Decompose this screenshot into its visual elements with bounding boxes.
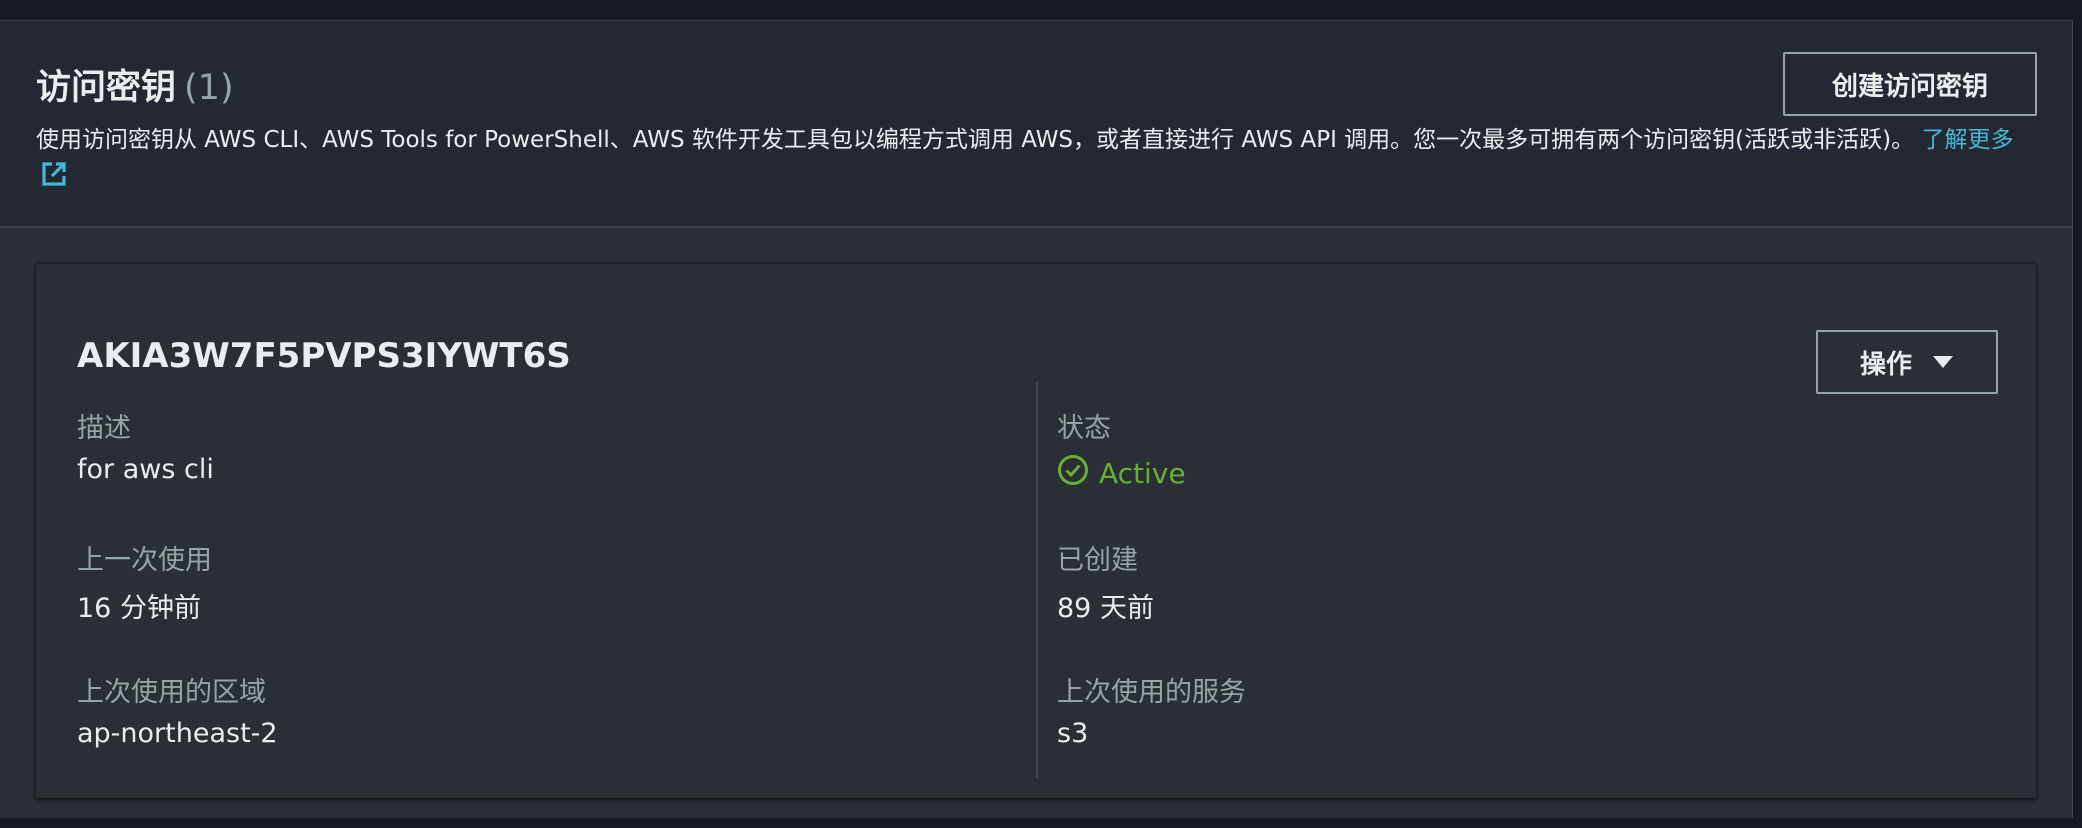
last-region-value: ap-northeast-2 xyxy=(77,718,278,749)
status-label: 状态 xyxy=(1057,413,1111,444)
status-indicator: Active xyxy=(1057,454,1186,493)
panel-header: 访问密钥 (1) 创建访问密钥 使用访问密钥从 AWS CLI、AWS Tools… xyxy=(0,21,2072,228)
created-label: 已创建 xyxy=(1057,545,1138,576)
learn-more-label: 了解更多 xyxy=(1921,127,2014,153)
page-frame: 访问密钥 (1) 创建访问密钥 使用访问密钥从 AWS CLI、AWS Tools… xyxy=(0,0,2082,828)
last-service-value: s3 xyxy=(1057,718,1089,749)
actions-label: 操作 xyxy=(1859,349,1912,380)
last-region-label: 上次使用的区域 xyxy=(77,677,266,708)
key-count: (1) xyxy=(184,68,234,108)
external-link-icon xyxy=(40,160,68,199)
access-key-card: AKIA3W7F5PVPS3IYWT6S 操作 描述 for aws cli 上… xyxy=(36,264,2036,798)
description-text: 使用访问密钥从 AWS CLI、AWS Tools for PowerShell… xyxy=(36,127,1915,153)
page-title: 访问密钥 (1) xyxy=(36,59,234,110)
section-description: 使用访问密钥从 AWS CLI、AWS Tools for PowerShell… xyxy=(36,123,2026,199)
description-label: 描述 xyxy=(77,413,131,444)
last-service-label: 上次使用的服务 xyxy=(1057,677,1246,708)
last-used-label: 上一次使用 xyxy=(77,545,212,576)
title-text: 访问密钥 xyxy=(36,68,177,108)
description-value: for aws cli xyxy=(77,454,214,485)
created-value: 89 天前 xyxy=(1057,593,1154,624)
status-value: Active xyxy=(1099,457,1186,490)
column-divider xyxy=(1036,382,1038,778)
check-circle-icon xyxy=(1057,454,1089,493)
create-access-key-button[interactable]: 创建访问密钥 xyxy=(1783,52,2037,116)
access-keys-panel: 访问密钥 (1) 创建访问密钥 使用访问密钥从 AWS CLI、AWS Tools… xyxy=(0,20,2073,818)
caret-down-icon xyxy=(1932,347,1954,377)
actions-dropdown-button[interactable]: 操作 xyxy=(1816,330,1998,394)
last-used-value: 16 分钟前 xyxy=(77,593,201,624)
access-key-id: AKIA3W7F5PVPS3IYWT6S xyxy=(77,336,571,376)
